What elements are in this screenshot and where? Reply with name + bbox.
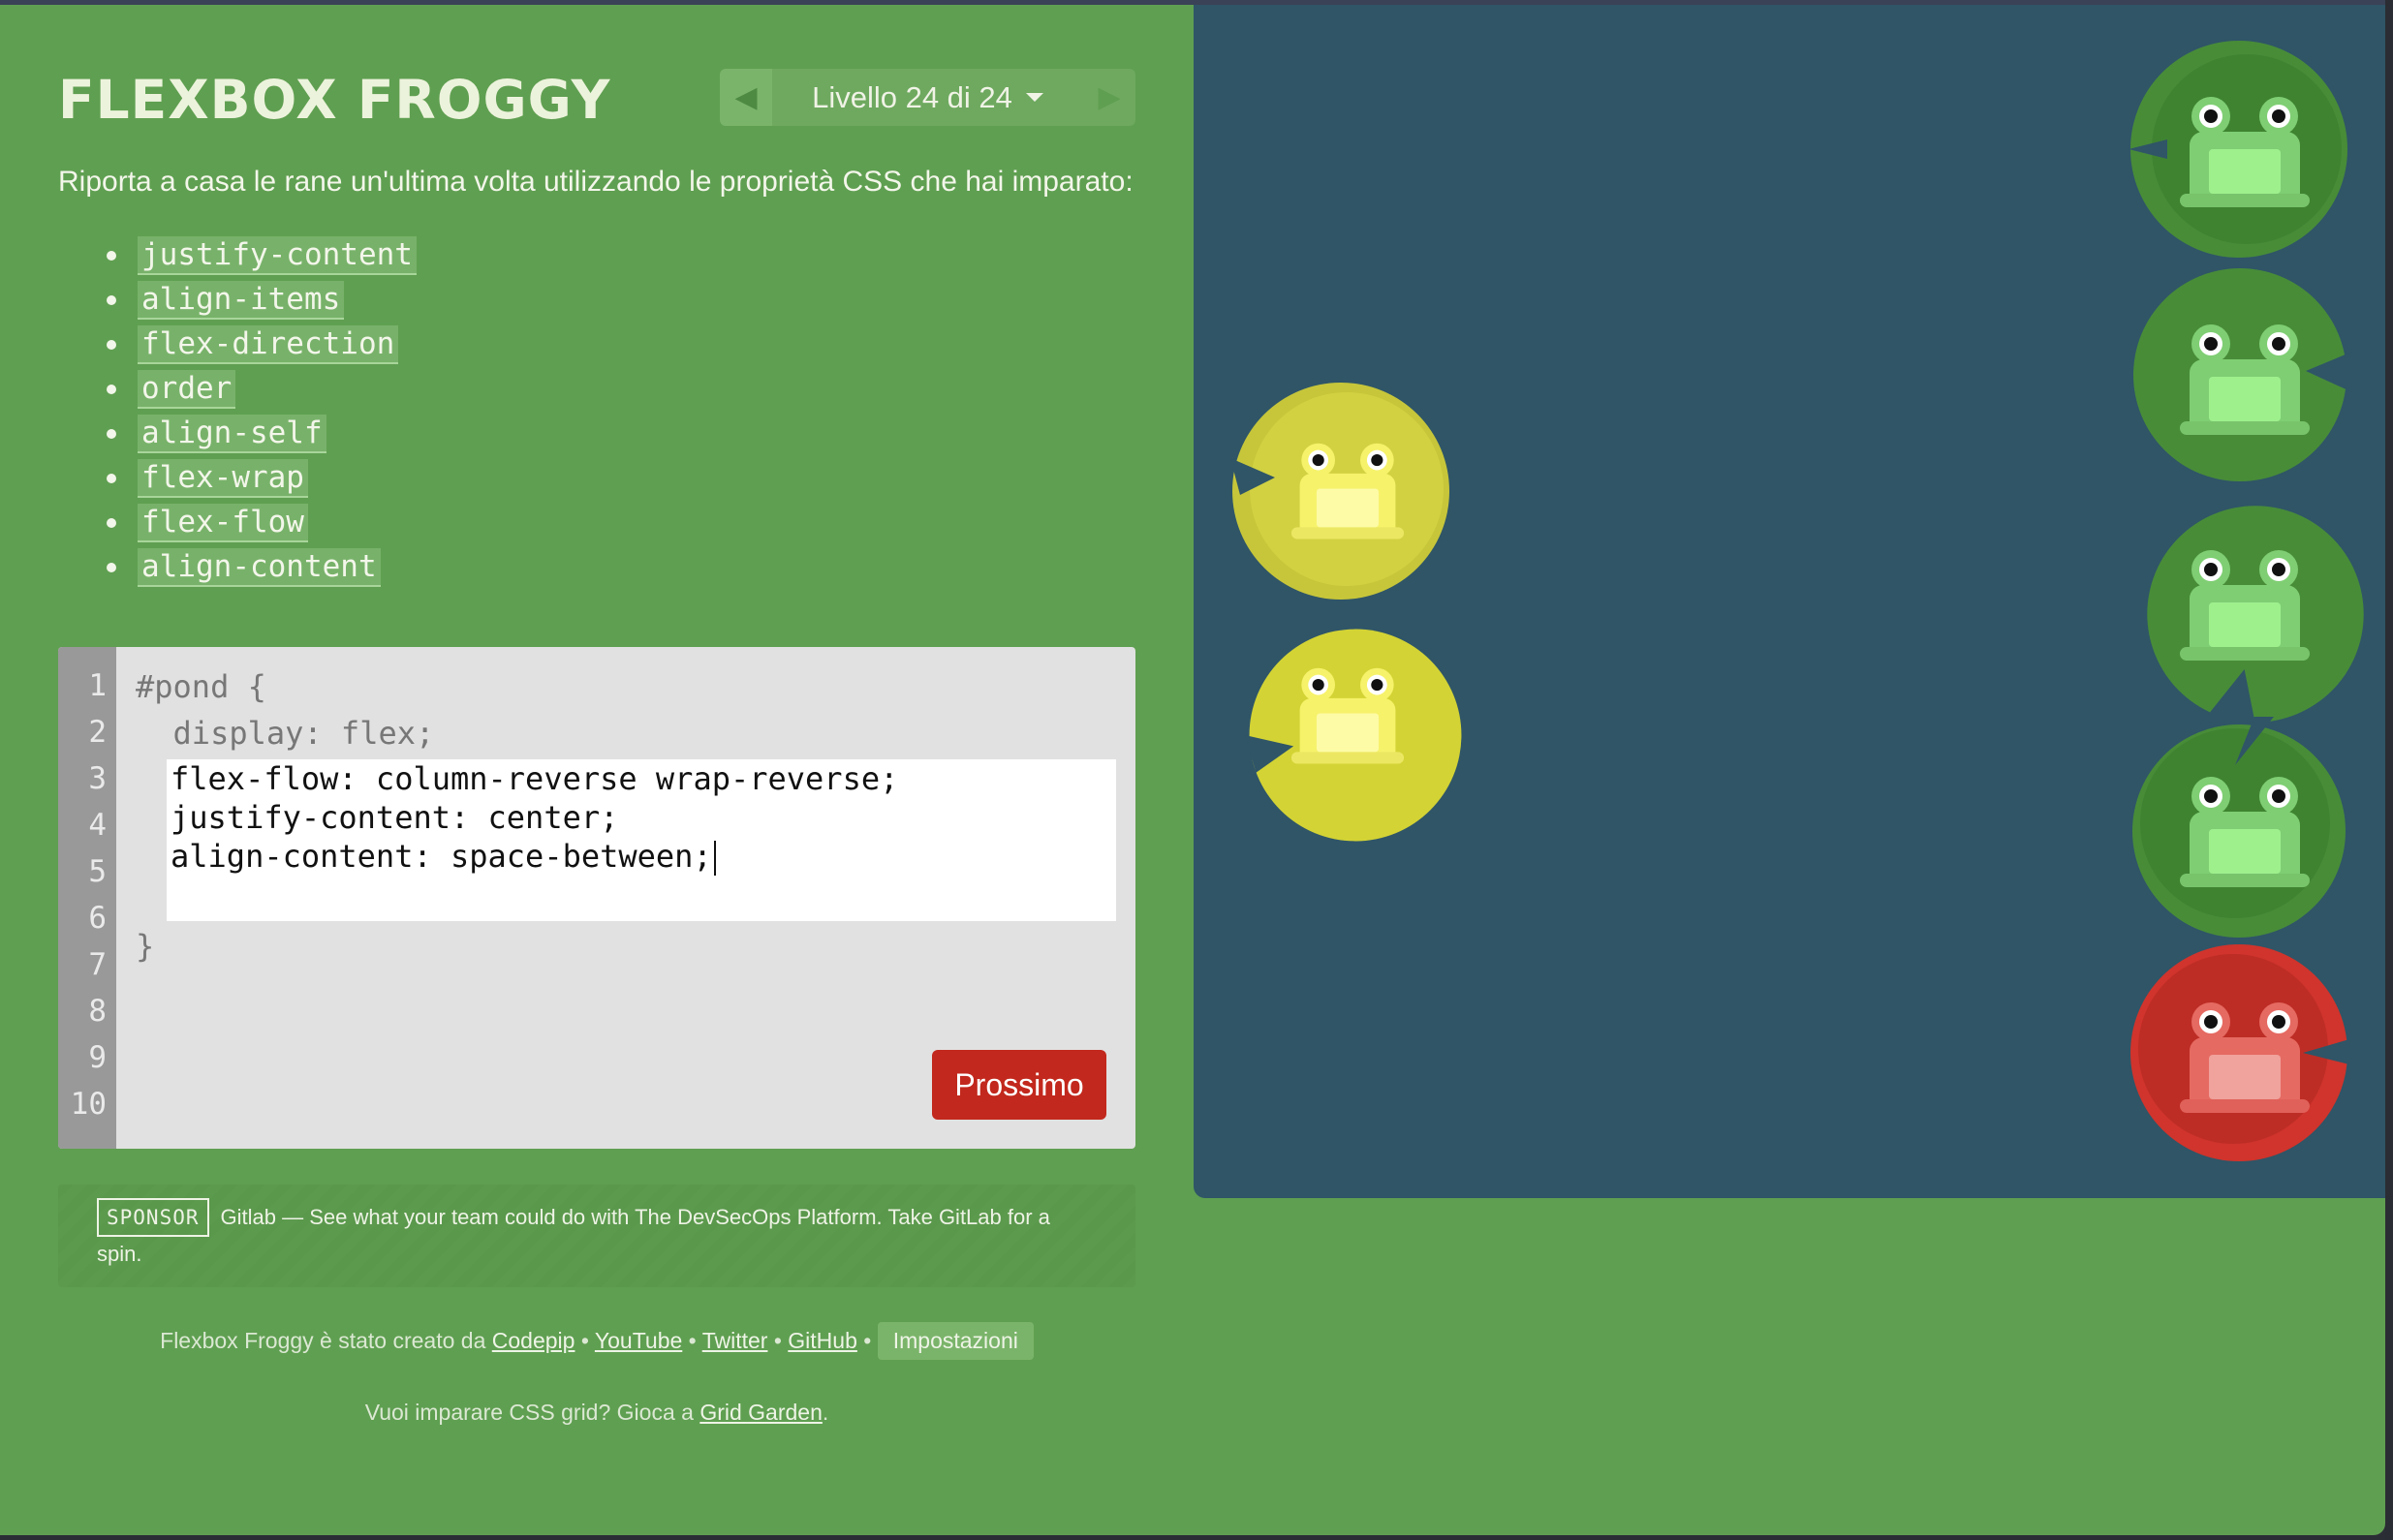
green-frog-icon xyxy=(2180,97,2310,207)
youtube-link[interactable]: YouTube xyxy=(595,1328,682,1353)
separator: • xyxy=(773,1328,782,1353)
red-frog-icon xyxy=(2180,1002,2310,1113)
list-item: flex-direction xyxy=(107,323,417,367)
line-number: 2 xyxy=(88,715,107,750)
line-number: 4 xyxy=(88,808,107,843)
sponsor-banner[interactable]: SPONSOR Gitlab — See what your team could… xyxy=(58,1185,1135,1287)
next-button[interactable]: Prossimo xyxy=(932,1050,1106,1120)
level-label: Livello 24 di 24 xyxy=(812,79,1012,114)
triangle-right-icon: ▶ xyxy=(1098,80,1121,114)
code-line-display: display: flex; xyxy=(136,715,435,752)
line-number-gutter: 1 2 3 4 5 6 7 8 9 10 xyxy=(58,647,116,1149)
input-line: flex-flow: column-reverse wrap-reverse; xyxy=(171,760,899,797)
list-item: justify-content xyxy=(107,233,417,278)
window-right-border xyxy=(2385,0,2393,1540)
property-align-content[interactable]: align-content xyxy=(138,548,381,587)
yellow-frog-icon xyxy=(1290,443,1405,539)
grid-prefix: Vuoi imparare CSS grid? Gioca a xyxy=(364,1400,694,1425)
pond xyxy=(1194,5,2385,1198)
bullet xyxy=(107,563,116,572)
bullet xyxy=(107,340,116,350)
line-number: 1 xyxy=(88,668,107,703)
level-dropdown[interactable]: Livello 24 di 24 xyxy=(772,69,1083,126)
list-item: order xyxy=(107,367,417,412)
bullet xyxy=(107,295,116,305)
previous-level-button[interactable]: ◀ xyxy=(720,69,772,126)
green-frog-icon xyxy=(2180,550,2310,661)
flexbox-froggy-app: FLEXBOX FROGGY ◀ Livello 24 di 24 ▶ Ripo… xyxy=(0,5,2385,1535)
code-line-selector: #pond { xyxy=(136,668,266,705)
input-line-with-caret: align-content: space-between; xyxy=(171,837,1116,876)
input-line: align-content: space-between; xyxy=(171,838,712,875)
line-number: 6 xyxy=(88,901,107,936)
settings-button[interactable]: Impostazioni xyxy=(877,1322,1034,1360)
list-item: flex-flow xyxy=(107,501,417,545)
next-level-button[interactable]: ▶ xyxy=(1083,69,1135,126)
css-code-input[interactable]: flex-flow: column-reverse wrap-reverse; … xyxy=(167,759,1116,921)
codepip-link[interactable]: Codepip xyxy=(492,1328,575,1353)
credit-prefix: Flexbox Froggy è stato creato da xyxy=(160,1328,486,1353)
triangle-left-icon: ◀ xyxy=(734,80,758,114)
footer-grid-garden: Vuoi imparare CSS grid? Gioca a Grid Gar… xyxy=(58,1400,1135,1426)
green-frog-icon xyxy=(2180,324,2310,435)
github-link[interactable]: GitHub xyxy=(788,1328,857,1353)
separator: • xyxy=(688,1328,697,1353)
twitter-link[interactable]: Twitter xyxy=(702,1328,768,1353)
list-item: flex-wrap xyxy=(107,456,417,501)
code-line-closing: } xyxy=(136,928,155,965)
text-caret xyxy=(713,841,716,876)
line-number: 8 xyxy=(88,994,107,1029)
line-number: 10 xyxy=(70,1087,107,1122)
instructions-text: Riporta a casa le rane un'ultima volta u… xyxy=(58,166,1134,198)
separator: • xyxy=(863,1328,872,1353)
level-navigation: ◀ Livello 24 di 24 ▶ xyxy=(720,69,1135,126)
property-order[interactable]: order xyxy=(138,370,236,409)
property-flex-direction[interactable]: flex-direction xyxy=(138,325,399,364)
bullet xyxy=(107,474,116,483)
list-item: align-content xyxy=(107,545,417,590)
line-number: 5 xyxy=(88,854,107,889)
separator: • xyxy=(580,1328,589,1353)
yellow-frog-icon xyxy=(1290,667,1405,764)
property-justify-content[interactable]: justify-content xyxy=(138,236,417,275)
app-logo: FLEXBOX FROGGY xyxy=(58,69,611,131)
bullet xyxy=(107,251,116,261)
green-frog-icon xyxy=(2180,777,2310,887)
list-item: align-self xyxy=(107,412,417,456)
grid-suffix: . xyxy=(822,1400,829,1425)
bullet xyxy=(107,385,116,394)
bullet xyxy=(107,518,116,528)
bullet xyxy=(107,429,116,439)
line-number: 3 xyxy=(88,761,107,796)
sponsor-text: Gitlab — See what your team could do wit… xyxy=(97,1205,1050,1266)
list-item: align-items xyxy=(107,278,417,323)
css-editor: 1 2 3 4 5 6 7 8 9 10 #pond { display: fl… xyxy=(58,647,1135,1149)
property-flex-flow[interactable]: flex-flow xyxy=(138,504,308,542)
input-line: justify-content: center; xyxy=(171,799,619,836)
property-align-self[interactable]: align-self xyxy=(138,415,326,453)
line-number: 7 xyxy=(88,947,107,982)
caret-down-icon xyxy=(1025,93,1043,102)
property-align-items[interactable]: align-items xyxy=(138,281,345,320)
property-list: justify-content align-items flex-directi… xyxy=(107,233,417,590)
property-flex-wrap[interactable]: flex-wrap xyxy=(138,459,308,498)
sponsor-badge: SPONSOR xyxy=(97,1198,209,1237)
footer-credits: Flexbox Froggy è stato creato da Codepip… xyxy=(58,1322,1135,1360)
line-number: 9 xyxy=(88,1040,107,1075)
grid-garden-link[interactable]: Grid Garden xyxy=(699,1400,823,1425)
